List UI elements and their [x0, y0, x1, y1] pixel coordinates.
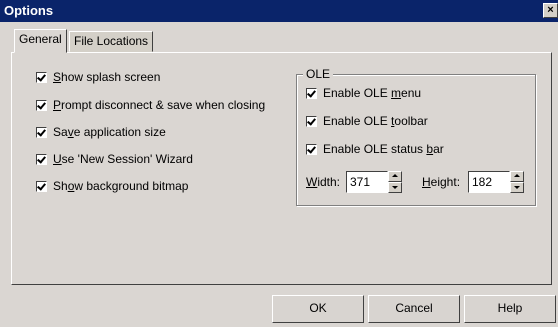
checkbox-prompt-disconnect[interactable] — [36, 99, 47, 111]
checkbox-enable-ole-toolbar[interactable] — [306, 115, 317, 127]
checkbox-enable-ole-menu[interactable] — [306, 87, 317, 99]
label-enable-ole-toolbar: Enable OLE toolbar — [323, 114, 428, 128]
help-button[interactable]: Help — [464, 295, 556, 323]
option-enable-ole-toolbar[interactable]: Enable OLE toolbar — [306, 113, 428, 129]
height-label: Height: — [422, 175, 461, 189]
width-spinner[interactable] — [388, 171, 402, 193]
height-input[interactable]: 182 — [468, 171, 510, 193]
width-label: Width: — [306, 175, 341, 189]
close-button[interactable]: × — [543, 3, 558, 18]
option-prompt-disconnect[interactable]: Prompt disconnect & save when closing — [36, 97, 265, 113]
tab-general[interactable]: General — [14, 29, 67, 53]
option-show-splash-screen[interactable]: Show splash screen — [36, 69, 160, 85]
label-save-application-size: Save application size — [53, 125, 166, 139]
height-down-arrow-icon[interactable] — [510, 182, 524, 193]
height-spinner[interactable] — [510, 171, 524, 193]
label-enable-ole-menu: Enable OLE menu — [323, 86, 422, 100]
checkbox-enable-ole-status-bar[interactable] — [306, 143, 317, 155]
cancel-button[interactable]: Cancel — [368, 295, 460, 323]
label-show-background-bitmap: Show background bitmap — [53, 179, 189, 193]
label-prompt-disconnect: Prompt disconnect & save when closing — [53, 98, 266, 112]
option-enable-ole-status-bar[interactable]: Enable OLE status bar — [306, 141, 444, 157]
option-save-application-size[interactable]: Save application size — [36, 124, 166, 140]
height-up-arrow-icon[interactable] — [510, 171, 524, 182]
label-use-new-session-wizard: Use 'New Session' Wizard — [53, 152, 193, 166]
title-bar: Options — [0, 0, 558, 22]
label-enable-ole-status-bar: Enable OLE status bar — [323, 142, 444, 156]
checkbox-save-application-size[interactable] — [36, 126, 47, 138]
checkbox-use-new-session-wizard[interactable] — [36, 153, 47, 165]
option-show-background-bitmap[interactable]: Show background bitmap — [36, 178, 188, 194]
checkbox-show-splash-screen[interactable] — [36, 71, 47, 83]
window-title: Options — [4, 3, 54, 18]
option-use-new-session-wizard[interactable]: Use 'New Session' Wizard — [36, 151, 193, 167]
tab-file-locations[interactable]: File Locations — [69, 31, 154, 52]
label-show-splash-screen: Show splash screen — [53, 70, 161, 84]
ole-group-label: OLE — [303, 67, 334, 81]
ok-button[interactable]: OK — [272, 295, 364, 323]
option-enable-ole-menu[interactable]: Enable OLE menu — [306, 85, 421, 101]
width-up-arrow-icon[interactable] — [388, 171, 402, 182]
width-down-arrow-icon[interactable] — [388, 182, 402, 193]
width-input[interactable]: 371 — [346, 171, 388, 193]
checkbox-show-background-bitmap[interactable] — [36, 180, 47, 192]
